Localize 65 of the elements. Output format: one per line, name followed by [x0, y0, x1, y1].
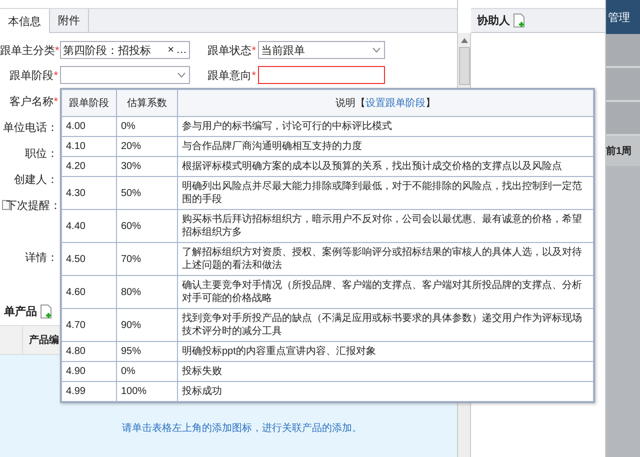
table-cell: 20%: [121, 141, 142, 152]
table-cell: 90%: [121, 320, 142, 330]
table-cell: 4.20: [66, 161, 86, 172]
scroll-up-icon[interactable]: [460, 38, 468, 43]
table-cell: 4.80: [66, 346, 86, 357]
table-cell: 根据评标模式明确方案的成本以及预算的关系，找出预计成交价格的支撑点以及风险点: [182, 161, 562, 172]
menu-item[interactable]: 管理: [608, 10, 630, 24]
table-cell: 30%: [121, 161, 142, 172]
table-cell: 与合作品牌厂商沟通明确相互支持的力度: [182, 141, 362, 152]
field-label: 职位：: [24, 146, 58, 160]
table-cell: 购买标书后拜访招标组织方，暗示用户不反对你，公司会以最优惠、最有诚意的价格，希望招标组织方多: [182, 214, 582, 238]
field-label: 跟单阶段*: [8, 68, 58, 82]
tab[interactable]: 附件: [50, 9, 89, 32]
lookup-field[interactable]: 第四阶段：招投标 × …: [60, 41, 190, 59]
table-cell: 4.10: [66, 141, 86, 152]
table-cell: 4.30: [66, 188, 86, 198]
table-cell: 100%: [121, 386, 147, 397]
field-label: 单位电话：: [2, 120, 58, 134]
field-label: 下次提醒：: [6, 198, 56, 212]
table-cell: 4.00: [66, 121, 86, 132]
hint-text: 请单击表格左上角的添加图标，进行关联产品的添加。: [122, 423, 362, 434]
field-label: 跟单主分类*: [0, 44, 58, 58]
table-cell: 参与用户的标书编写，讨论可行的中标评比模式: [182, 121, 392, 132]
select-field[interactable]: [60, 66, 190, 84]
table-cell: 明确列出风险点并尽最大能力排除或降到最低，对于不能排除的风险点，找出控制到一定范围的手段: [182, 181, 582, 205]
table-cell: 95%: [121, 346, 142, 357]
column-header: 产品编: [28, 334, 59, 348]
table-cell: 4.70: [66, 320, 86, 330]
table-cell: 80%: [121, 286, 142, 298]
table-cell: 了解招标组织方对资质、授权、案例等影响评分或招标结果的审核人的具体人选，以及对待上述问题的看法和做法: [182, 247, 582, 271]
panel-title: 协助人: [477, 14, 510, 28]
table-cell: 4.40: [66, 220, 86, 232]
scrollbar-thumb[interactable]: [458, 47, 470, 85]
section-title: 单产品: [4, 304, 37, 318]
select-field[interactable]: 当前跟单: [258, 41, 385, 59]
table-cell: 找到竞争对手所投产品的缺点（不满足应用或标书要求的具体参数）递交用户作为评标现场技术评分时的减分工具: [182, 313, 582, 337]
column-header: 说明【设置跟单阶段】: [336, 98, 436, 108]
more-icon[interactable]: …: [176, 44, 187, 56]
table-cell: 4.60: [66, 286, 86, 298]
column-header: 估算系数: [116, 90, 178, 116]
field-label: 客户名称*: [8, 94, 58, 108]
table-cell: 0%: [121, 121, 136, 132]
column-header: 跟单阶段: [62, 90, 116, 116]
table-cell: 4.90: [66, 366, 86, 377]
settings-link[interactable]: 设置跟单阶段: [366, 98, 426, 108]
table-cell: 70%: [121, 254, 142, 264]
clear-icon[interactable]: ×: [168, 44, 174, 56]
tab[interactable]: 本信息: [0, 9, 50, 33]
table-cell: 0%: [121, 366, 136, 377]
table-cell: 确认主要竞争对手情况（所投品牌、客户端的支撑点、客户端对其所投品牌的支撑点、分析对手可能的价格战略: [182, 280, 582, 304]
field-label: 跟单意向*: [206, 68, 256, 82]
table-cell: 50%: [121, 188, 142, 198]
input-field[interactable]: [258, 66, 385, 84]
field-label: 创建人：: [13, 172, 58, 186]
table-cell: 投标成功: [182, 386, 222, 397]
table-cell: 明确投标ppt的内容重点宣讲内容、汇报对象: [182, 346, 376, 357]
table-cell: 60%: [121, 220, 142, 232]
table-cell: 4.99: [66, 386, 86, 397]
field-label: 跟单状态*: [206, 44, 256, 58]
table-cell: 4.50: [66, 254, 86, 264]
add-file-icon[interactable]: [513, 13, 525, 28]
table-cell-text: 前1周: [606, 144, 632, 158]
add-file-icon[interactable]: [40, 304, 52, 318]
field-label: 详情：: [24, 250, 58, 264]
table-cell: 投标失败: [182, 366, 222, 377]
